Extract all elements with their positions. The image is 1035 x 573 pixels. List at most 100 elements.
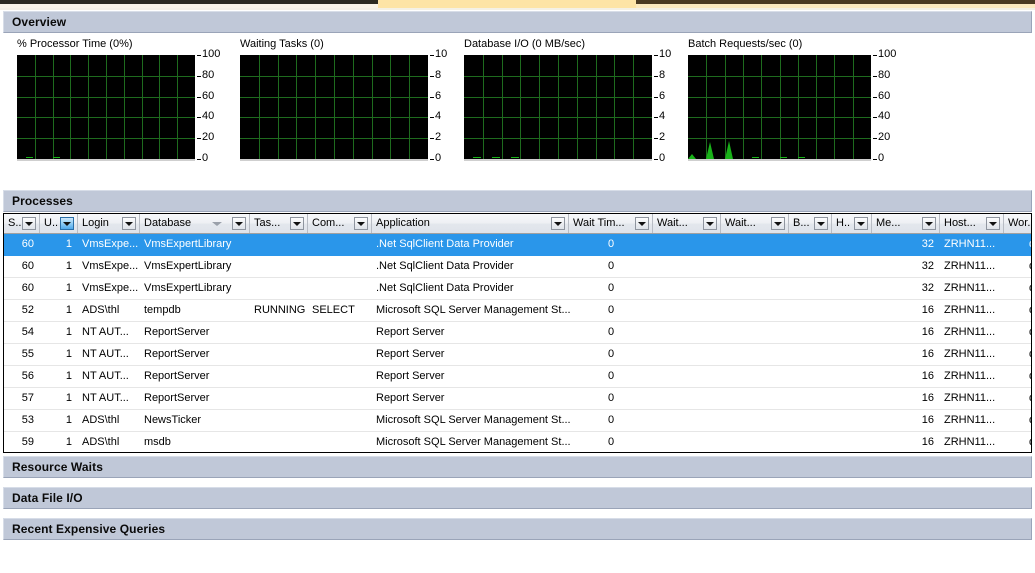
column-filter-dropdown-icon[interactable] — [122, 217, 136, 230]
cell-wait-time: 0 — [607, 282, 615, 294]
column-header-4[interactable]: Tas... — [250, 214, 308, 233]
section-header-data-file-io[interactable]: Data File I/O — [3, 487, 1032, 509]
chart-waiting-tasks: Waiting Tasks (0) 0 2 4 6 8 10 — [240, 38, 447, 164]
cell-memory-use: 32 — [921, 260, 934, 272]
table-row[interactable]: 54 1 NT AUT... ReportServer Report Server 0 16… — [4, 322, 1031, 344]
section-header-recent-expensive-queries[interactable]: Recent Expensive Queries — [3, 518, 1032, 540]
chart-axis-tick-label: 40 — [878, 110, 891, 122]
chart-gridline-horizontal — [240, 97, 428, 98]
column-header-2[interactable]: Login — [78, 214, 140, 233]
column-header-13[interactable]: Host... — [940, 214, 1004, 233]
chart-axis-tickmark — [197, 55, 201, 56]
chart-axis-tick-label: 0 — [659, 152, 666, 164]
column-filter-dropdown-icon[interactable] — [771, 217, 785, 230]
column-header-6[interactable]: Application — [372, 214, 569, 233]
cell-user-process: 1 — [65, 304, 72, 316]
chart-axis-tickmark — [654, 117, 658, 118]
chart-gridline-horizontal — [464, 97, 652, 98]
cell-session-id: 56 — [21, 370, 34, 382]
column-header-9[interactable]: Wait... — [721, 214, 789, 233]
chart-baseline-batch-requests — [688, 159, 871, 161]
chart-axis-tick-label: 8 — [435, 69, 442, 81]
active-tab-highlight[interactable] — [378, 0, 636, 8]
table-row[interactable]: 56 1 NT AUT... ReportServer Report Server 0 16… — [4, 366, 1031, 388]
cell-memory-use: 32 — [921, 282, 934, 294]
window-tab-strip — [0, 0, 1035, 10]
column-header-11[interactable]: H.. — [832, 214, 872, 233]
column-header-12[interactable]: Me... — [872, 214, 940, 233]
processes-grid-body[interactable]: 60 1 VmsExpe... VmsExpertLibrary .Net SqlCli… — [4, 234, 1031, 452]
chart-axis-tick-label: 4 — [435, 110, 442, 122]
column-filter-dropdown-icon[interactable] — [703, 217, 717, 230]
chart-gridline-horizontal — [17, 97, 195, 98]
column-filter-dropdown-icon[interactable] — [986, 217, 1000, 230]
chart-gridline-vertical — [177, 55, 178, 159]
cell-user-process: 1 — [65, 282, 72, 294]
chart-axis-tick-label: 8 — [659, 69, 666, 81]
section-title-recent-expensive-queries: Recent Expensive Queries — [12, 522, 166, 536]
bottom-filler — [0, 541, 1035, 573]
table-row[interactable]: 57 1 NT AUT... ReportServer Report Server 0 16… — [4, 388, 1031, 410]
chart-axis-tickmark — [430, 159, 434, 160]
column-header-5[interactable]: Com... — [308, 214, 372, 233]
chart-gridline-horizontal — [240, 117, 428, 118]
cell-workload-group: default — [1004, 392, 1031, 404]
column-filter-dropdown-icon[interactable] — [232, 217, 246, 230]
chart-gridline-vertical — [296, 55, 297, 159]
table-row[interactable]: 59 1 ADS\thl msdb Microsoft SQL Server Manag… — [4, 432, 1031, 452]
section-title-data-file-io: Data File I/O — [12, 491, 83, 505]
column-filter-dropdown-icon[interactable] — [551, 217, 565, 230]
cell-database: ReportServer — [144, 348, 210, 360]
column-header-8[interactable]: Wait... — [653, 214, 721, 233]
table-row[interactable]: 53 1 ADS\thl NewsTicker Microsoft SQL Server… — [4, 410, 1031, 432]
chart-gridline-vertical — [483, 55, 484, 159]
column-header-0[interactable]: S.. — [4, 214, 40, 233]
chart-plot-database-io — [464, 55, 652, 159]
cell-workload-group: default — [1004, 260, 1031, 272]
section-title-resource-waits: Resource Waits — [12, 460, 103, 474]
column-header-10[interactable]: B... — [789, 214, 832, 233]
table-row[interactable]: 60 1 VmsExpe... VmsExpertLibrary .Net SqlCli… — [4, 234, 1031, 256]
cell-session-id: 60 — [21, 260, 34, 272]
column-filter-dropdown-icon[interactable] — [922, 217, 936, 230]
chart-axis-tickmark — [197, 97, 201, 98]
chart-axis-tick-label: 60 — [878, 90, 891, 102]
table-row[interactable]: 60 1 VmsExpe... VmsExpertLibrary .Net SqlCli… — [4, 278, 1031, 300]
chart-gridline-horizontal — [688, 97, 871, 98]
chart-gridline-horizontal — [688, 138, 871, 139]
cell-wait-time: 0 — [607, 304, 615, 316]
chart-batch-requests: Batch Requests/sec (0) 0 20 40 60 80 100 — [688, 38, 900, 164]
column-filter-dropdown-icon[interactable] — [60, 217, 74, 230]
cell-workload-group: default — [1004, 414, 1031, 426]
table-row[interactable]: 60 1 VmsExpe... VmsExpertLibrary .Net SqlCli… — [4, 256, 1031, 278]
chart-axis-tick-label: 40 — [202, 110, 215, 122]
column-filter-dropdown-icon[interactable] — [814, 217, 828, 230]
chart-gridline-vertical — [633, 55, 634, 159]
table-row[interactable]: 52 1 ADS\thl tempdb RUNNING SELECT Microsoft S… — [4, 300, 1031, 322]
processes-grid-header: S.. U.. Login Database Tas... Com... Applicati… — [4, 214, 1031, 234]
chart-axis-tickmark — [430, 117, 434, 118]
column-header-3[interactable]: Database — [140, 214, 250, 233]
column-filter-dropdown-icon[interactable] — [290, 217, 304, 230]
chart-gridline-vertical — [743, 55, 744, 159]
chart-processor-time: % Processor Time (0%) 0 20 40 60 80 100 — [17, 38, 235, 164]
column-header-7[interactable]: Wait Tim... — [569, 214, 653, 233]
chart-gridline-vertical — [70, 55, 71, 159]
cell-database: ReportServer — [144, 326, 210, 338]
column-filter-dropdown-icon[interactable] — [22, 217, 36, 230]
column-filter-dropdown-icon[interactable] — [635, 217, 649, 230]
chart-axis-tick-label: 20 — [878, 131, 891, 143]
section-header-resource-waits[interactable]: Resource Waits — [3, 456, 1032, 478]
column-header-14[interactable]: Wor... — [1004, 214, 1031, 233]
column-filter-dropdown-icon[interactable] — [854, 217, 868, 230]
cell-session-id: 53 — [21, 414, 34, 426]
cell-user-process: 1 — [65, 326, 72, 338]
section-header-overview[interactable]: Overview — [3, 11, 1032, 33]
section-header-processes[interactable]: Processes — [3, 190, 1032, 212]
chart-gridline-horizontal — [464, 76, 652, 77]
column-filter-dropdown-icon[interactable] — [354, 217, 368, 230]
table-row[interactable]: 55 1 NT AUT... ReportServer Report Server 0 16… — [4, 344, 1031, 366]
chart-baseline-processor-time — [17, 159, 195, 161]
column-header-1[interactable]: U.. — [40, 214, 78, 233]
chart-axis-tickmark — [654, 97, 658, 98]
